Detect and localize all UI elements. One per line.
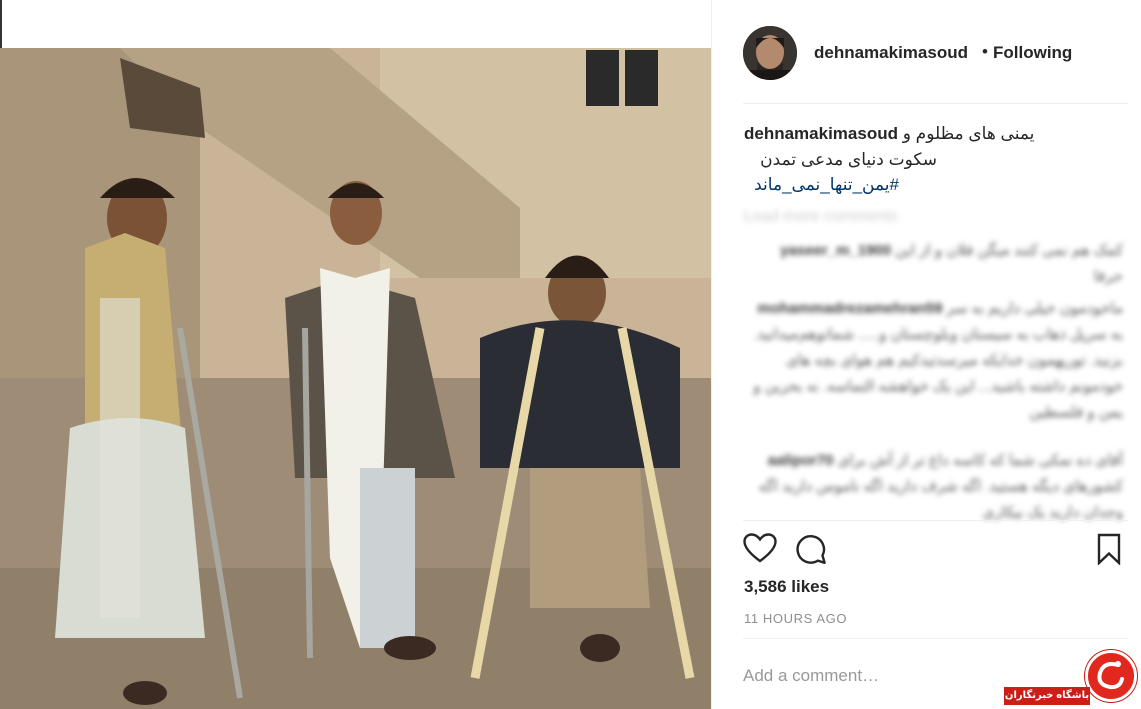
news-agency-watermark: باشگاه خبرنگاران [1004,650,1141,709]
avatar-image [743,26,797,80]
comment-username[interactable]: mohammadrezamehran59 [757,300,942,317]
comment-username[interactable]: yaseer_m_1900 [780,242,891,259]
post-timestamp[interactable]: 11 HOURS AGO [744,611,847,626]
comment-icon[interactable] [795,533,827,565]
load-more-comments-link[interactable]: Load more comments [743,208,898,226]
comments-list: Load more comments yaseer_m_1900 کمک هم … [743,200,1133,520]
action-bar: 3,586 likes 11 HOURS AGO [743,520,1128,643]
watermark-logo-icon [1085,650,1137,702]
following-button[interactable]: Following [993,43,1072,63]
comment-item: aalipor70 آقای ده نمکی شما که کاسه داغ ت… [753,448,1123,520]
bookmark-icon[interactable] [1096,533,1122,565]
watermark-text: باشگاه خبرنگاران [1004,687,1090,705]
comment-text: ماخودمون خیلی داریم به سر به سرپل ذهاب ب… [753,300,1123,421]
caption-text-line1: یمنی های مظلوم و [902,124,1035,143]
comment-text: کمک هم نمی کنند میگن فلان و از این حرفا [895,242,1123,285]
caption-text-line2: سکوت دنیای مدعی تمدن [760,150,937,169]
author-username-link[interactable]: dehnamakimasoud [814,43,968,63]
heart-icon[interactable] [743,533,777,563]
comment-username[interactable]: aalipor70 [768,452,834,469]
photo-top-border [0,0,711,48]
comment-item: mohammadrezamehran59 ماخودمون خیلی داریم… [753,296,1123,426]
likes-count[interactable]: 3,586 likes [744,577,829,597]
header-separator: • [982,42,988,61]
post-photo[interactable] [0,48,711,709]
watermark-logo-glyph [1097,661,1124,690]
post-sidebar: dehnamakimasoud • Following dehnamakimas… [711,0,1141,709]
post-header: dehnamakimasoud • Following [743,24,1128,104]
avatar[interactable] [743,26,797,80]
post-caption: dehnamakimasoud یمنی های مظلوم و سکوت دن… [744,122,1129,198]
comment-item: yaseer_m_1900 کمک هم نمی کنند میگن فلان … [753,238,1123,290]
caption-hashtag-link[interactable]: #یمن_تنها_نمی_ماند [744,172,899,198]
caption-username-link[interactable]: dehnamakimasoud [744,124,898,143]
post-photo-illustration [0,48,711,709]
